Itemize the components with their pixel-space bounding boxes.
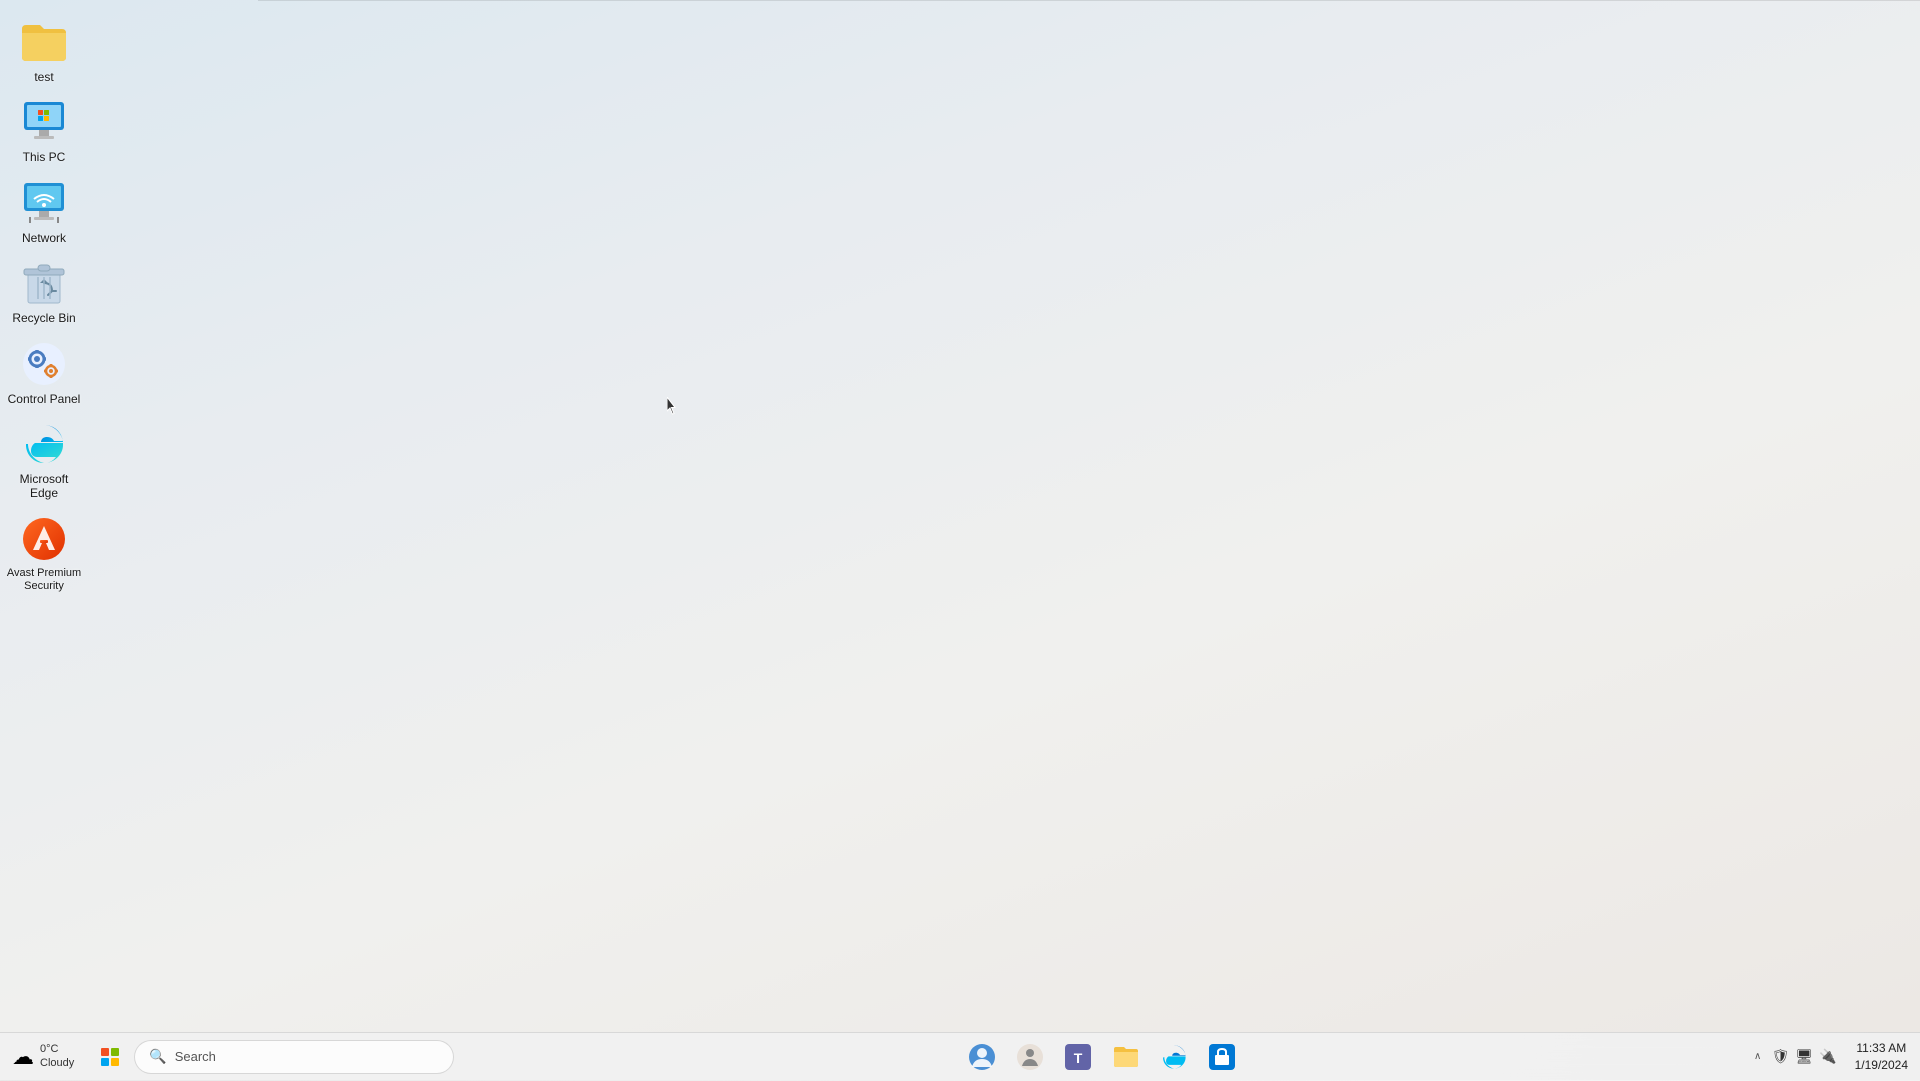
weather-condition: Cloudy [40, 1057, 74, 1070]
taskbar-weather[interactable]: ☁ 0°C Cloudy [0, 1033, 86, 1080]
win-logo-yellow [111, 1058, 119, 1066]
control-panel-icon [20, 340, 68, 388]
tray-icons[interactable]: 🛡 🖥 🔌 [1766, 1033, 1843, 1080]
taskbar-app-file-explorer[interactable] [1104, 1035, 1148, 1079]
win-logo-blue [101, 1058, 109, 1066]
this-pc-icon [20, 98, 68, 146]
taskbar-app-edge[interactable] [1152, 1035, 1196, 1079]
recycle-bin-label: Recycle Bin [12, 311, 75, 325]
desktop: test [0, 0, 1920, 1032]
tray-expand[interactable]: ∧ [1750, 1033, 1766, 1081]
win-logo-green [111, 1048, 119, 1056]
avast-icon [20, 515, 68, 563]
weather-info: 0°C Cloudy [40, 1043, 74, 1069]
taskbar-app-store[interactable] [1200, 1035, 1244, 1079]
avast-label: Avast Premium Security [4, 567, 84, 593]
edge-taskbar-icon [1160, 1043, 1188, 1071]
win-logo-red [101, 1048, 109, 1056]
this-pc-label: This PC [23, 150, 66, 164]
edge-label: Microsoft Edge [4, 472, 84, 501]
start-button[interactable] [86, 1033, 134, 1081]
taskbar: ☁ 0°C Cloudy 🔍 Search [0, 1032, 1920, 1080]
taskbar-tray: ∧ 🛡 🖥 🔌 11:33 AM 1/19/2024 [1750, 1033, 1920, 1080]
network-icon [20, 179, 68, 227]
desktop-icon-this-pc[interactable]: This PC [0, 90, 88, 170]
tray-icon-avast: 🛡 [1770, 1046, 1792, 1067]
network-label: Network [22, 231, 66, 245]
desktop-icon-control-panel[interactable]: Control Panel [0, 332, 88, 412]
clock-time: 11:33 AM [1856, 1040, 1906, 1057]
taskbar-app-avatar[interactable] [960, 1035, 1004, 1079]
taskbar-clock[interactable]: 11:33 AM 1/19/2024 [1843, 1033, 1920, 1080]
folder-icon [20, 18, 68, 66]
app3-icon: T [1064, 1043, 1092, 1071]
weather-icon: ☁ [12, 1044, 34, 1070]
search-icon: 🔍 [149, 1048, 166, 1065]
test-folder-label: test [34, 70, 53, 84]
tray-icon-power: 🔌 [1817, 1046, 1838, 1067]
taskbar-search[interactable]: 🔍 Search [134, 1040, 454, 1074]
desktop-icon-test[interactable]: test [0, 10, 88, 90]
windows-logo [101, 1048, 119, 1066]
app2-icon [1016, 1043, 1044, 1071]
weather-temp: 0°C [40, 1043, 74, 1056]
svg-text:T: T [1074, 1050, 1083, 1066]
desktop-icon-network[interactable]: Network [0, 171, 88, 251]
search-label: Search [175, 1049, 216, 1064]
taskbar-app-2[interactable] [1008, 1035, 1052, 1079]
desktop-icon-recycle-bin[interactable]: Recycle Bin [0, 251, 88, 331]
top-separator [258, 0, 1920, 1]
desktop-icon-avast[interactable]: Avast Premium Security [0, 507, 88, 599]
avatar-icon [968, 1043, 996, 1071]
file-explorer-icon [1112, 1043, 1140, 1071]
recycle-bin-icon [20, 259, 68, 307]
clock-date: 1/19/2024 [1855, 1057, 1908, 1074]
tray-icon-monitor: 🖥 [1793, 1046, 1815, 1067]
control-panel-label: Control Panel [8, 392, 81, 406]
desktop-icon-column: test [0, 0, 88, 609]
desktop-icon-edge[interactable]: Microsoft Edge [0, 412, 88, 507]
chevron-up-icon: ∧ [1754, 1051, 1761, 1062]
edge-icon [20, 420, 68, 468]
store-icon [1208, 1043, 1236, 1071]
taskbar-apps: T [454, 1033, 1749, 1080]
mouse-cursor [667, 397, 679, 415]
taskbar-app-3[interactable]: T [1056, 1035, 1100, 1079]
